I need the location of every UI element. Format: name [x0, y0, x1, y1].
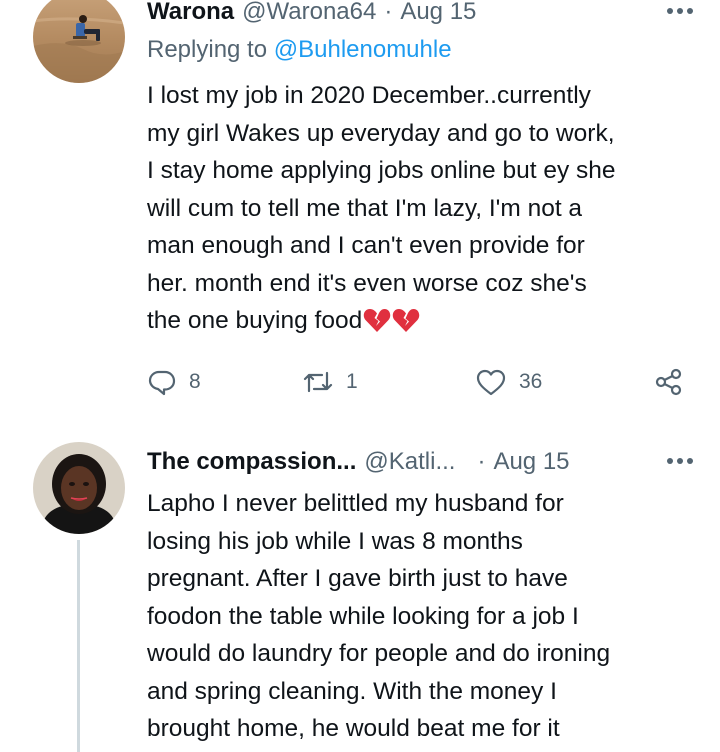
woman-portrait-avatar — [33, 442, 125, 534]
tweet-compassion[interactable]: The compassion... @Katli... · Aug 15 Lap… — [0, 420, 720, 752]
tweet-text-fragment: the one buying food — [147, 307, 363, 334]
replying-to-mention[interactable]: @Buhlenomuhle — [274, 36, 452, 63]
display-name[interactable]: Warona — [147, 0, 234, 26]
reply-button[interactable]: 8 — [147, 362, 201, 402]
tweet-text-line: pregnant. After I gave birth just to hav… — [147, 565, 568, 592]
reply-bubble-icon — [148, 370, 176, 396]
replying-to: Replying to @Buhlenomuhle — [147, 36, 452, 64]
share-button[interactable] — [653, 362, 685, 402]
separator-dot: · — [477, 448, 486, 475]
user-handle[interactable]: @Katli... — [364, 448, 455, 476]
tweet-text-line: and spring cleaning. With the money I — [147, 677, 557, 705]
tweet-text-line: my girl Wakes up everyday and go to work… — [147, 119, 615, 147]
separator-dot: · — [384, 0, 393, 25]
retweet-count: 1 — [346, 370, 358, 393]
tweet-date[interactable]: Aug 15 — [400, 0, 476, 26]
like-button[interactable]: 36 — [475, 362, 542, 402]
tweet-warona[interactable]: Warona @Warona64 · Aug 15 Replying to @B… — [0, 0, 720, 420]
retweet-button[interactable]: 1 — [302, 362, 358, 402]
broken-heart-icon — [364, 309, 391, 332]
avatar-warona[interactable] — [33, 0, 125, 83]
tweet-text-line: would do laundry for people and do ironi… — [147, 640, 611, 667]
user-handle[interactable]: @Warona64 — [242, 0, 376, 26]
retweet-icon — [303, 371, 333, 393]
tweet-actions: 8 1 36 — [147, 362, 697, 402]
tweet-header: Warona @Warona64 · Aug 15 — [147, 0, 696, 29]
tweet-text-line: I stay home applying jobs online but ey … — [147, 157, 616, 184]
more-horizontal-icon[interactable] — [664, 447, 696, 475]
avatar-compassion[interactable] — [33, 442, 125, 534]
replying-to-label: Replying to — [147, 36, 274, 63]
broken-heart-icon — [393, 309, 420, 332]
more-horizontal-icon[interactable] — [664, 0, 696, 25]
tweet-date[interactable]: Aug 15 — [493, 448, 569, 476]
tweet-text: I lost my job in 2020 December..currentl… — [147, 77, 707, 340]
tweet-text-line: man enough and I can't even provide for — [147, 232, 585, 259]
display-name[interactable]: The compassion... — [147, 448, 356, 476]
tweet-text: Lapho I never belittled my husband for l… — [147, 485, 707, 748]
reply-count: 8 — [189, 370, 201, 393]
tweet-text-line: her. month end it's even worse coz she's — [147, 269, 587, 297]
heart-icon — [476, 369, 506, 396]
tweet-text-line: losing his job while I was 8 months — [147, 527, 523, 555]
tweet-text-line: Lapho I never belittled my husband for — [147, 490, 564, 517]
man-sitting-on-sand-avatar — [33, 0, 125, 83]
tweet-header: The compassion... @Katli... · Aug 15 — [147, 445, 696, 479]
tweet-text-line: foodon the table while looking for a job… — [147, 602, 579, 630]
tweet-text-line: will cum to tell me that I'm lazy, I'm n… — [147, 194, 583, 222]
share-icon — [655, 368, 682, 396]
tweet-text-line: I lost my job in 2020 December..currentl… — [147, 82, 591, 109]
tweet-text-line-last: the one buying food — [147, 302, 707, 340]
like-count: 36 — [519, 370, 543, 393]
tweet-text-line: brought home, he would beat me for it — [147, 715, 560, 742]
thread-connector-line — [77, 540, 80, 752]
